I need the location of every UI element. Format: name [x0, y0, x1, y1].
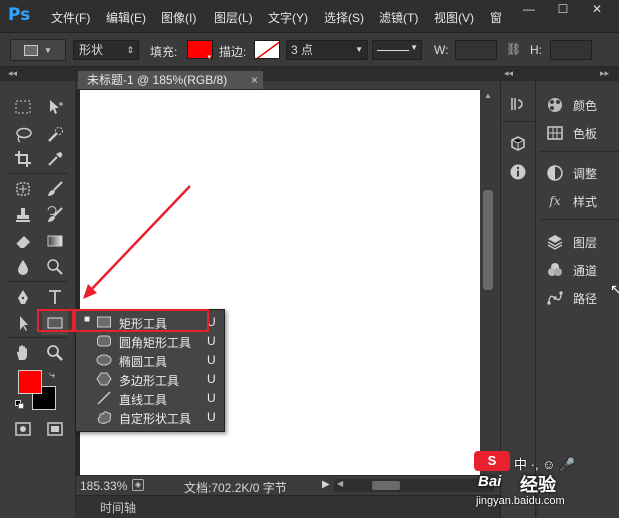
- watermark-logo: Bai: [478, 473, 502, 490]
- sogou-s-icon: S: [474, 451, 510, 471]
- watermark-brand: 经验: [520, 475, 556, 495]
- annotation-arrow: [83, 185, 191, 299]
- watermark-site: jingyan.baidu.com: [476, 495, 565, 507]
- baidu-jingyan-watermark: S 中 ·, ☺ 🎤 经验 Bai jingyan.baidu.com: [472, 449, 619, 518]
- foreground-color-swatch[interactable]: [18, 370, 42, 394]
